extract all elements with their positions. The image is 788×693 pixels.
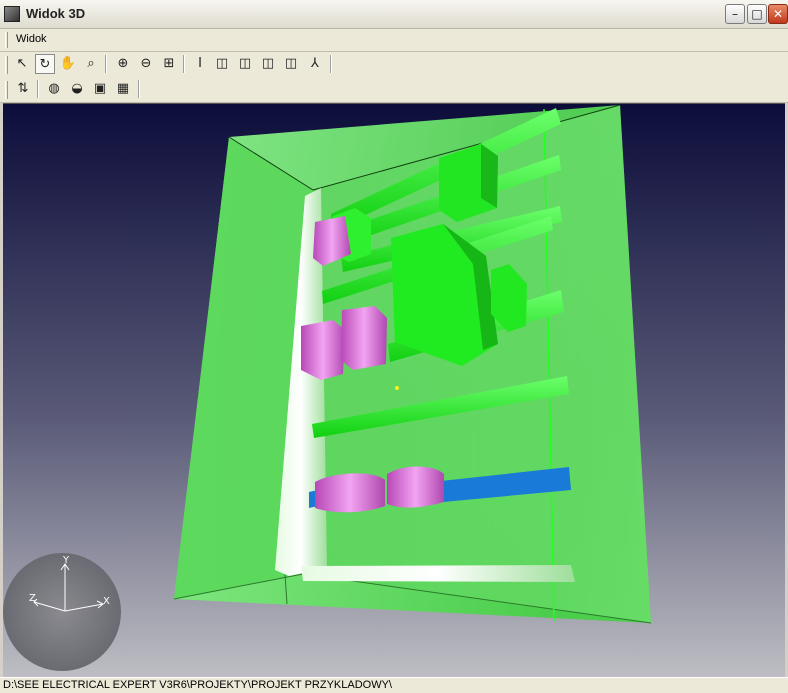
axis-label-z: Z [29,593,36,604]
toolbar-grip[interactable] [5,56,8,74]
axis-label-x: X [103,596,110,607]
text-cursor-icon[interactable]: I [190,54,210,74]
toolbar-separator [105,55,107,73]
render-globe-icon[interactable]: ◍ [44,79,64,99]
orientation-compass: Y X Z [3,553,121,671]
toolbar-end-separator [138,80,140,98]
view-side-cube-icon[interactable]: ◫ [235,54,255,74]
toolbar-view: ↖ ↻ ✋ ⌕ ⊕ ⊖ ⊞ I ◫ ◫ ◫ ◫ ⅄ [0,52,788,78]
menu-bar: Widok [0,29,788,52]
toolbar-separator [183,55,185,73]
zoom-extents-icon[interactable]: ⊞ [159,54,179,74]
minimize-button[interactable]: – [725,4,745,24]
toolbar-end-separator [330,55,332,73]
component-terminal-magenta-3 [341,306,387,370]
menu-grip[interactable] [5,32,8,48]
rotate-icon[interactable]: ↻ [35,54,55,74]
view-iso-cube-icon[interactable]: ◫ [281,54,301,74]
axis-label-y: Y [62,555,70,566]
render-sphere-icon[interactable]: ◒ [67,79,87,99]
select-arrow-icon[interactable]: ↖ [12,54,32,74]
zoom-out-icon[interactable]: ⊖ [136,54,156,74]
status-bar: D:\SEE ELECTRICAL EXPERT V3R6\PROJEKTY\P… [0,677,788,693]
refresh-arrows-icon[interactable]: ⇅ [13,79,33,99]
component-terminal-magenta-2 [301,320,345,380]
toolbar-separator [37,80,39,98]
scene-canvas[interactable]: Y X Z [3,104,785,677]
pivot-point-marker [395,386,399,390]
toolbar-render: ⇅ ◍ ◒ ▣ ▦ [0,77,788,103]
3d-viewport[interactable]: Y X Z [3,103,785,677]
zoom-in-icon[interactable]: ⊕ [113,54,133,74]
menu-widok[interactable]: Widok [16,33,47,45]
status-project-path: D:\SEE ELECTRICAL EXPERT V3R6\PROJEKTY\P… [3,679,392,691]
pan-hand-icon[interactable]: ✋ [58,54,78,74]
close-button[interactable]: ✕ [768,4,788,24]
magnifier-icon[interactable]: ⌕ [81,54,101,74]
title-bar: Widok 3D – □ ✕ [0,0,788,29]
toolbar-grip[interactable] [5,81,8,99]
view-top-cube-icon[interactable]: ◫ [258,54,278,74]
app-icon[interactable] [4,6,20,22]
component-terminal-magenta-5 [387,466,444,508]
component-contactor-top [439,144,498,222]
maximize-button[interactable]: □ [747,4,767,24]
render-box-icon[interactable]: ▣ [90,79,110,99]
render-film-icon[interactable]: ▦ [113,79,133,99]
axes-icon[interactable]: ⅄ [305,54,325,74]
window-title: Widok 3D [26,6,86,21]
view-front-cube-icon[interactable]: ◫ [212,54,232,74]
component-terminal-magenta-4 [315,473,385,513]
